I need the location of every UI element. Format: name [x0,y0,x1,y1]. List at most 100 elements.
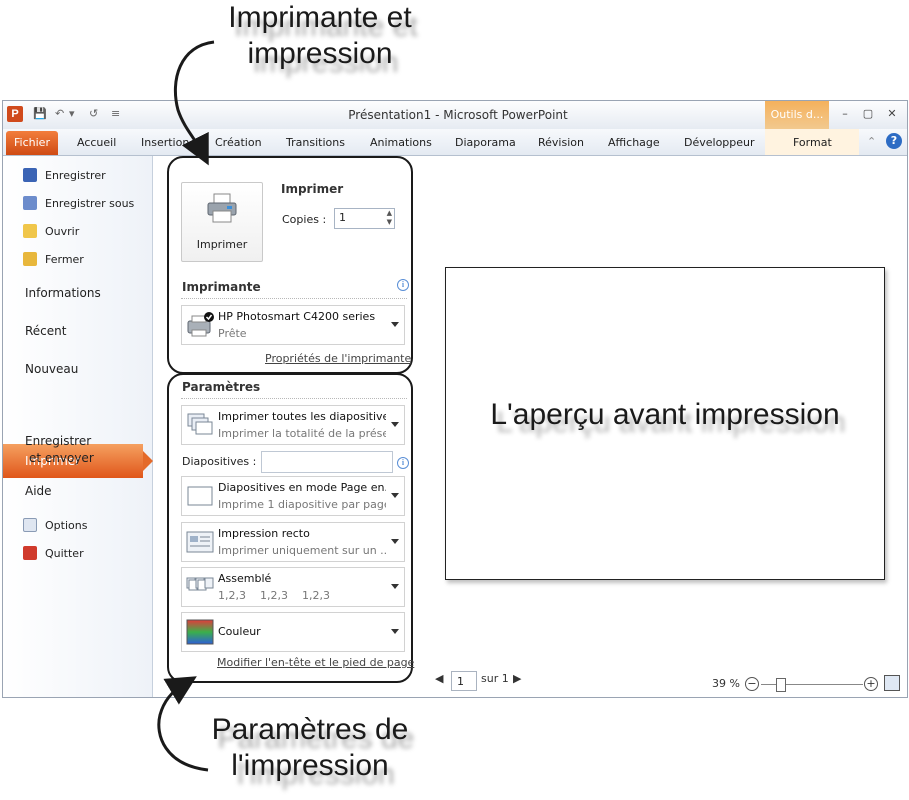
print-button[interactable]: Imprimer [181,182,263,262]
one-sided-icon [186,531,214,553]
backstage-nav: Enregistrer Enregistrer sous Ouvrir Ferm… [3,156,153,697]
callout-printer-annotation: Imprimante et impression [228,1,412,70]
tab-format[interactable]: Format [793,136,832,149]
help-icon[interactable]: ? [886,133,902,149]
nav-fermer[interactable]: Fermer [23,251,84,269]
zoom-in-icon[interactable]: + [864,677,878,691]
minimize-ribbon-icon[interactable]: ⌃ [867,135,876,148]
collated-icon [186,577,214,591]
tab-transitions[interactable]: Transitions [286,136,345,149]
customize-qat-icon[interactable]: ≡ [111,107,120,120]
contextual-tab-drawing-tools: Outils d... [765,101,829,129]
nav-nouveau[interactable]: Nouveau [25,361,78,378]
copies-spin-arrows[interactable]: ▲ ▼ [387,209,392,227]
page-number-input[interactable]: 1 [451,671,477,691]
nav-enregistrer-envoyer[interactable]: Enregistrer et envoyer [25,433,94,467]
collate-desc: 1,2,3 1,2,3 1,2,3 [218,589,330,602]
printer-icon [207,193,237,223]
close-button[interactable]: ✕ [883,106,901,122]
tab-insertion[interactable]: Insertion [141,136,189,149]
layout-desc: Imprime 1 diapositive par page [218,498,386,511]
full-page-slide-icon [187,486,213,506]
chevron-down-icon [391,584,399,589]
undo-dropdown-icon[interactable]: ▾ [69,107,75,120]
tab-affichage[interactable]: Affichage [608,136,660,149]
save-icon [23,168,37,182]
chevron-down-icon [391,422,399,427]
nav-recent[interactable]: Récent [25,323,66,340]
zoom-to-page-icon[interactable] [884,675,900,691]
nav-aide[interactable]: Aide [25,483,52,500]
ribbon-tabs: Fichier Accueil Insertion Création Trans… [3,129,907,156]
chevron-down-icon [391,629,399,634]
minimize-button[interactable]: – [836,106,854,122]
nav-options-label: Options [45,519,88,532]
zoom-level[interactable]: 39 % [712,677,740,690]
layout-dropdown[interactable]: Diapositives en mode Page en... Imprime … [181,476,405,516]
next-page-icon[interactable]: ▶ [513,672,521,685]
printer-status: Prête [218,327,247,340]
preview-text: L'aperçu avant impression [490,398,840,431]
color-icon [186,619,214,645]
printer-name: HP Photosmart C4200 series [218,310,376,323]
nav-enregistrer-sous[interactable]: Enregistrer sous [23,195,134,213]
zoom-slider-thumb[interactable] [776,678,786,692]
collate-dropdown[interactable]: Assemblé 1,2,3 1,2,3 1,2,3 [181,567,405,607]
maximize-button[interactable]: ▢ [859,106,877,122]
slides-info-icon[interactable]: i [397,457,409,469]
exit-icon [23,546,37,560]
color-title: Couleur [218,625,261,638]
tab-revision[interactable]: Révision [538,136,584,149]
chevron-down-icon [391,493,399,498]
settings-section-title: Paramètres [182,380,261,394]
slides-input[interactable] [261,451,393,473]
collate-title: Assemblé [218,572,272,585]
save-icon[interactable]: 💾 [33,107,47,120]
printer-info-icon[interactable]: i [397,279,409,291]
tab-accueil[interactable]: Accueil [77,136,116,149]
layout-title: Diapositives en mode Page en... [218,481,386,494]
nav-ouvrir[interactable]: Ouvrir [23,223,79,241]
sides-dropdown[interactable]: Impression recto Imprimer uniquement sur… [181,522,405,562]
nav-enregistrer-label: Enregistrer [45,169,106,182]
printer-dropdown[interactable]: HP Photosmart C4200 series Prête [181,305,405,345]
nav-quitter[interactable]: Quitter [23,545,84,563]
undo-icon[interactable]: ↶ [55,107,64,120]
printer-divider [181,298,407,299]
printer-ready-icon [187,312,214,337]
tab-diaporama[interactable]: Diaporama [455,136,516,149]
nav-enregistrer[interactable]: Enregistrer [23,167,106,185]
options-icon [23,518,37,532]
copies-stepper[interactable]: 1 ▲ ▼ [334,208,395,229]
chevron-down-icon [391,322,399,327]
printer-properties-link[interactable]: Propriétés de l'imprimante [265,352,411,365]
tab-animations[interactable]: Animations [370,136,432,149]
window-title: Présentation1 - Microsoft PowerPoint [348,108,568,122]
nav-informations[interactable]: Informations [25,285,101,302]
redo-icon[interactable]: ↺ [89,107,98,120]
tab-creation[interactable]: Création [215,136,262,149]
tab-developpeur[interactable]: Développeur [684,136,755,149]
print-section-title: Imprimer [281,182,344,196]
slides-label: Diapositives : [182,455,257,468]
print-range-title: Imprimer toutes les diapositives [218,410,386,423]
save-as-icon [23,196,37,210]
prev-page-icon[interactable]: ◀ [435,672,443,685]
sides-title: Impression recto [218,527,310,540]
print-backstage-content: Imprimer Imprimer Copies : 1 ▲ ▼ Impriman… [153,156,907,697]
header-footer-link[interactable]: Modifier l'en-tête et le pied de page [217,656,414,669]
nav-ouvrir-label: Ouvrir [45,225,80,238]
nav-enregistrer-envoyer-line2: et envoyer [29,451,94,465]
zoom-out-icon[interactable]: − [745,677,759,691]
all-slides-icon [187,413,213,435]
copies-value: 1 [339,211,346,224]
powerpoint-logo-icon[interactable]: P [7,106,23,122]
printer-section-title: Imprimante [182,280,261,294]
nav-enregistrer-sous-label: Enregistrer sous [45,197,135,210]
print-range-dropdown[interactable]: Imprimer toutes les diapositives Imprime… [181,405,405,445]
color-dropdown[interactable]: Couleur [181,612,405,652]
settings-divider [181,398,407,399]
tab-fichier[interactable]: Fichier [6,131,58,155]
print-button-label: Imprimer [196,238,248,251]
nav-options[interactable]: Options [23,517,87,535]
